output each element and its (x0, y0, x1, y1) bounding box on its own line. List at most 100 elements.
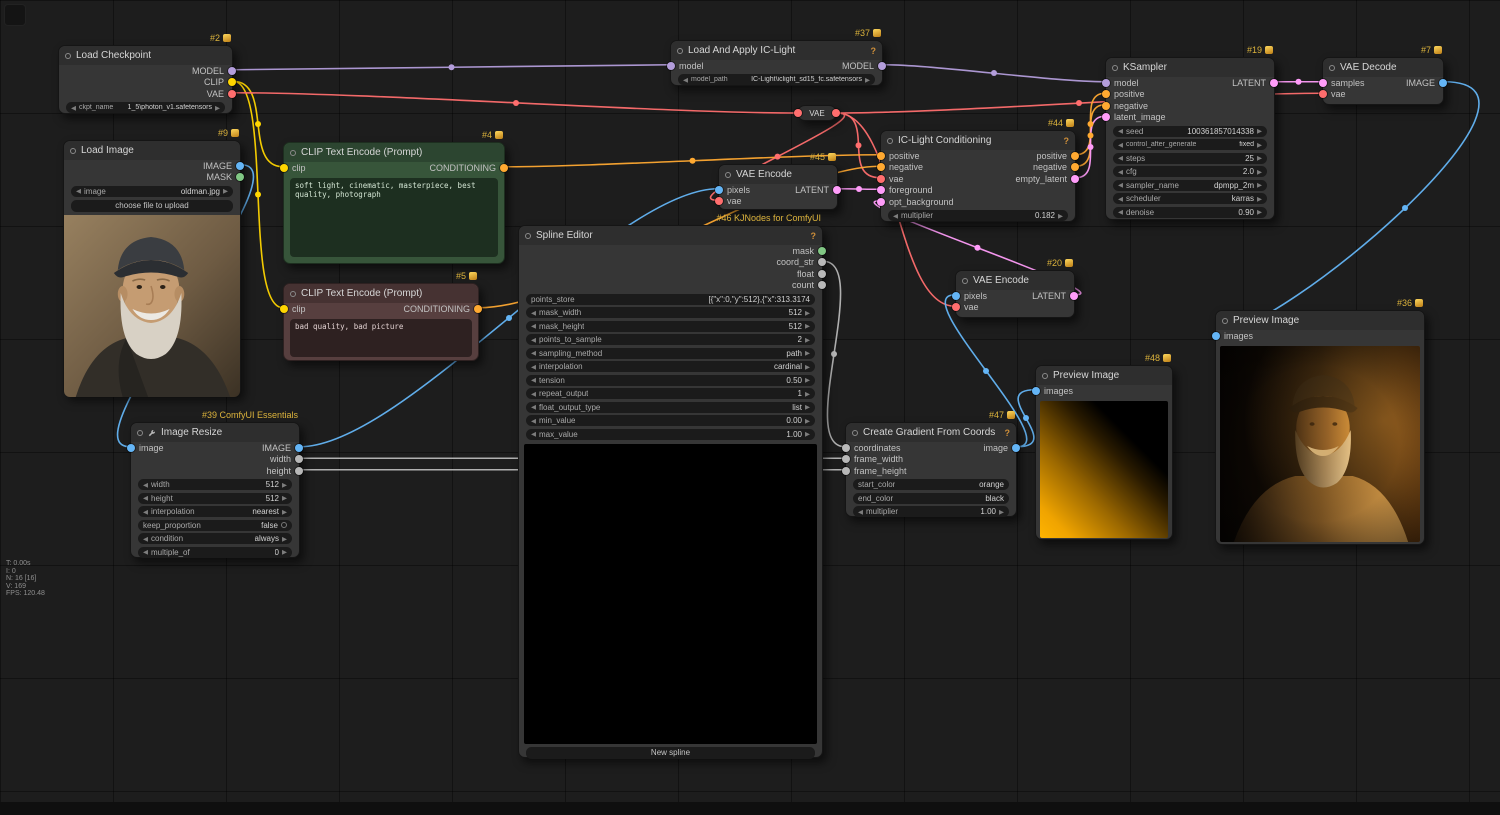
node-graph-canvas[interactable]: #2 Load Checkpoint MODEL CLIP VAE ◀ ckpt_… (0, 0, 1500, 815)
widget-denoise[interactable]: ◀ denoise 0.90 ▶ (1113, 206, 1267, 218)
node-clip-text-encode-negative[interactable]: #5 CLIP Text Encode (Prompt) clip CONDITI… (280, 271, 482, 361)
node-title[interactable]: IC-Light Conditioning? (881, 131, 1075, 150)
mask-output-port[interactable] (236, 173, 244, 182)
collapse-dot[interactable] (852, 429, 858, 436)
collapse-dot[interactable] (887, 137, 893, 144)
collapse-dot[interactable] (1112, 64, 1118, 71)
vae-input-port[interactable] (877, 174, 885, 183)
arrow-right-icon[interactable]: ▶ (865, 76, 870, 84)
image-output-port[interactable] (1012, 443, 1020, 452)
negative-input-port[interactable] (1102, 101, 1110, 110)
arrow-left-icon[interactable]: ◀ (1118, 154, 1123, 162)
arrow-left-icon[interactable]: ◀ (531, 403, 536, 411)
vae-output-port[interactable] (832, 109, 840, 117)
arrow-right-icon[interactable]: ▶ (282, 494, 287, 502)
arrow-left-icon[interactable]: ◀ (1118, 195, 1123, 203)
node-title[interactable]: CLIP Text Encode (Prompt) (284, 284, 478, 303)
images-input-port[interactable] (1032, 386, 1040, 395)
collapse-dot[interactable] (65, 52, 71, 59)
arrow-left-icon[interactable]: ◀ (531, 309, 536, 317)
coord-str-output-port[interactable] (818, 258, 826, 267)
arrow-left-icon[interactable]: ◀ (531, 390, 536, 398)
collapse-dot[interactable] (1329, 64, 1335, 71)
node-create-gradient[interactable]: #47 Create Gradient From Coords? coordin… (842, 410, 1020, 517)
widget-image[interactable]: ◀ image oldman.jpg ▶ (71, 185, 233, 197)
arrow-left-icon[interactable]: ◀ (683, 76, 688, 84)
latent-output-port[interactable] (833, 185, 841, 194)
arrow-right-icon[interactable]: ▶ (1058, 212, 1063, 220)
arrow-right-icon[interactable]: ▶ (805, 376, 810, 384)
latent-output-port[interactable] (1070, 291, 1078, 300)
arrow-right-icon[interactable]: ▶ (223, 187, 228, 195)
arrow-right-icon[interactable]: ▶ (1257, 181, 1262, 189)
positive-input-port[interactable] (1102, 90, 1110, 99)
node-title[interactable]: Image Resize (131, 423, 299, 442)
arrow-right-icon[interactable]: ▶ (282, 481, 287, 489)
widget-control-after-generate[interactable]: ◀ control_after_generate fixed ▶ (1113, 139, 1267, 150)
arrow-right-icon[interactable]: ▶ (805, 322, 810, 330)
arrow-left-icon[interactable]: ◀ (1118, 208, 1123, 216)
node-reroute-vae[interactable]: VAE (794, 105, 840, 121)
node-title[interactable]: Load Checkpoint (59, 46, 232, 65)
spline-canvas[interactable] (524, 443, 817, 744)
arrow-right-icon[interactable]: ▶ (282, 508, 287, 516)
mask-output-port[interactable] (818, 246, 826, 255)
negative-input-port[interactable] (877, 163, 885, 172)
arrow-left-icon[interactable]: ◀ (531, 363, 536, 371)
widget-tension[interactable]: ◀ tension 0.50 ▶ (526, 374, 815, 386)
node-image-resize[interactable]: #39 ComfyUI Essentials Image Resize imag… (127, 410, 303, 558)
arrow-left-icon[interactable]: ◀ (76, 187, 81, 195)
arrow-right-icon[interactable]: ▶ (1257, 154, 1262, 162)
arrow-left-icon[interactable]: ◀ (531, 336, 536, 344)
arrow-left-icon[interactable]: ◀ (143, 508, 148, 516)
widget-sampling-method[interactable]: ◀ sampling_method path ▶ (526, 347, 815, 359)
widget-repeat-output[interactable]: ◀ repeat_output 1 ▶ (526, 388, 815, 399)
widget-cfg[interactable]: ◀ cfg 2.0 ▶ (1113, 166, 1267, 177)
node-title[interactable]: Preview Image (1036, 366, 1172, 385)
widget-width[interactable]: ◀ width 512 ▶ (138, 479, 292, 490)
widget-interpolation[interactable]: ◀ interpolation nearest ▶ (138, 506, 292, 517)
arrow-right-icon[interactable]: ▶ (805, 403, 810, 411)
arrow-left-icon[interactable]: ◀ (531, 376, 536, 384)
node-load-apply-ic-light[interactable]: #37 Load And Apply IC-Light? model MODEL … (667, 28, 886, 86)
node-title[interactable]: VAE Decode (1323, 58, 1443, 77)
new-spline-button[interactable]: New spline (526, 746, 815, 759)
prompt-textarea[interactable]: bad quality, bad picture (290, 318, 472, 357)
conditioning-output-port[interactable] (500, 163, 508, 172)
node-clip-text-encode-positive[interactable]: #4 CLIP Text Encode (Prompt) clip CONDITI… (280, 130, 508, 264)
model-output-port[interactable] (878, 61, 886, 70)
toggle-icon[interactable] (281, 522, 287, 528)
widget-multiplier[interactable]: ◀ multiplier 1.00 ▶ (853, 506, 1009, 517)
widget-sampler-name[interactable]: ◀ sampler_name dpmpp_2m ▶ (1113, 179, 1267, 191)
arrow-left-icon[interactable]: ◀ (531, 349, 536, 357)
upload-button[interactable]: choose file to upload (71, 199, 233, 212)
node-preview-image-gradient[interactable]: #48 Preview Image images (1032, 353, 1173, 540)
node-title[interactable]: VAE Encode (956, 271, 1074, 290)
arrow-right-icon[interactable]: ▶ (805, 430, 810, 438)
node-title[interactable]: VAE Encode (719, 165, 837, 184)
model-input-port[interactable] (1102, 78, 1110, 87)
help-icon[interactable]: ? (811, 231, 817, 241)
arrow-left-icon[interactable]: ◀ (1118, 181, 1123, 189)
help-icon[interactable]: ? (1064, 136, 1070, 146)
arrow-left-icon[interactable]: ◀ (893, 212, 898, 220)
widget-mask-height[interactable]: ◀ mask_height 512 ▶ (526, 320, 815, 332)
collapse-dot[interactable] (677, 47, 683, 54)
node-spline-editor[interactable]: #46 KJNodes for ComfyUI Spline Editor? m… (518, 213, 826, 759)
widget-scheduler[interactable]: ◀ scheduler karras ▶ (1113, 193, 1267, 204)
arrow-right-icon[interactable]: ▶ (215, 104, 220, 112)
foreground-input-port[interactable] (877, 186, 885, 195)
node-title[interactable]: Create Gradient From Coords? (846, 423, 1016, 442)
arrow-right-icon[interactable]: ▶ (805, 309, 810, 317)
arrow-left-icon[interactable]: ◀ (1118, 127, 1123, 135)
widget-keep-proportion[interactable]: keep_proportion false (138, 519, 292, 531)
arrow-right-icon[interactable]: ▶ (999, 508, 1004, 516)
widget-start-color[interactable]: start_color orange (853, 479, 1009, 490)
node-ic-light-conditioning[interactable]: #44 IC-Light Conditioning? positive posit… (877, 118, 1079, 222)
node-ksampler[interactable]: #19 KSampler model LATENT positive negati… (1102, 45, 1278, 220)
collapse-dot[interactable] (290, 290, 296, 297)
arrow-right-icon[interactable]: ▶ (1257, 141, 1262, 149)
arrow-left-icon[interactable]: ◀ (143, 494, 148, 502)
widget-points-store[interactable]: points_store [{"x":0,"y":512},{"x":313.31… (526, 293, 815, 305)
widget-multiplier[interactable]: ◀ multiplier 0.182 ▶ (888, 210, 1068, 221)
